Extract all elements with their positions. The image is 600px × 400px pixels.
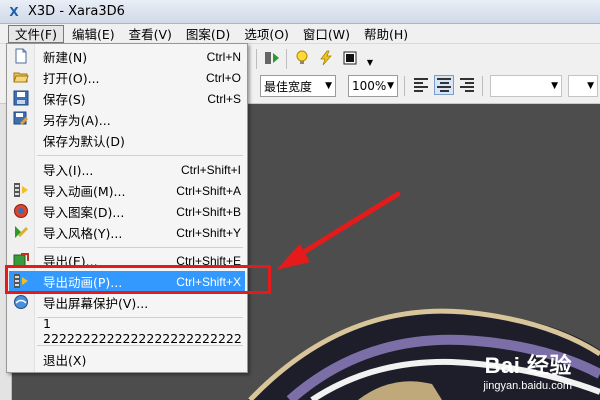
menu-item-save-default[interactable]: 保存为默认(D) <box>9 130 245 151</box>
import-design-icon <box>13 203 29 219</box>
app-icon: X <box>9 4 19 19</box>
watermark-url: jingyan.baidu.com <box>483 380 572 392</box>
menu-help[interactable]: 帮助(H) <box>358 25 414 43</box>
menu-separator <box>37 247 243 248</box>
extra-select[interactable]: ▼ <box>568 75 598 97</box>
menu-window[interactable]: 窗口(W) <box>297 25 356 43</box>
menu-file[interactable]: 文件(F) <box>8 24 64 43</box>
lights-icon[interactable] <box>316 48 336 68</box>
window-title: X3D - Xara3D6 <box>28 4 125 19</box>
menu-separator <box>37 155 243 156</box>
play-animation-icon[interactable] <box>262 48 282 68</box>
background-icon[interactable] <box>340 48 360 68</box>
menu-item-recent-file[interactable]: 1 2222222222222222222222222 <box>9 316 245 346</box>
menu-edit[interactable]: 编辑(E) <box>66 25 121 43</box>
menu-separator <box>37 345 243 346</box>
menu-item-import-design[interactable]: 导入图案(D)... Ctrl+Shift+B <box>9 201 245 222</box>
chevron-down-icon: ▼ <box>387 81 394 91</box>
menu-item-open[interactable]: 打开(O)... Ctrl+O <box>9 67 245 88</box>
menu-options[interactable]: 选项(O) <box>238 25 295 43</box>
menu-item-import-animation[interactable]: 导入动画(M)... Ctrl+Shift+A <box>9 180 245 201</box>
title-bar: X X3D - Xara3D6 <box>0 0 600 24</box>
import-animation-icon <box>13 182 29 198</box>
font-size-select[interactable]: ▼ <box>490 75 562 97</box>
menu-bar: 文件(F) 编辑(E) 查看(V) 图案(D) 选项(O) 窗口(W) 帮助(H… <box>0 24 600 44</box>
chevron-down-icon: ▼ <box>587 81 594 91</box>
menu-item-new[interactable]: 新建(N) Ctrl+N <box>9 46 245 67</box>
light-bulb-icon[interactable] <box>292 48 312 68</box>
menu-item-save-as[interactable]: 另存为(A)... <box>9 109 245 130</box>
export-screensaver-icon <box>13 294 29 310</box>
menu-view[interactable]: 查看(V) <box>123 25 178 43</box>
zoom-select[interactable]: 100% ▼ <box>348 75 398 97</box>
new-file-icon <box>13 48 29 64</box>
chevron-down-icon: ▼ <box>325 81 332 91</box>
baidu-watermark: Bai 经验 jingyan.baidu.com <box>483 348 572 392</box>
align-left-icon[interactable] <box>412 75 432 95</box>
menu-item-export-screensaver[interactable]: 导出屏幕保护(V)... <box>9 292 245 313</box>
file-menu-dropdown: 新建(N) Ctrl+N 打开(O)... Ctrl+O 保存(S) Ctrl+… <box>6 43 248 373</box>
watermark-logo: Bai 经验 <box>484 353 572 378</box>
save-disk-icon <box>13 90 29 106</box>
align-center-icon[interactable] <box>434 75 454 95</box>
import-style-icon <box>13 224 29 240</box>
menu-item-import-style[interactable]: 导入风格(Y)... Ctrl+Shift+Y <box>9 222 245 243</box>
annotation-highlight-box <box>5 265 271 294</box>
menu-design[interactable]: 图案(D) <box>180 25 236 43</box>
text-width-select[interactable]: 最佳宽度 ▼ <box>260 75 336 97</box>
save-as-icon <box>13 111 29 127</box>
menu-item-import[interactable]: 导入(I)... Ctrl+Shift+I <box>9 159 245 180</box>
menu-item-exit[interactable]: 退出(X) <box>9 349 245 370</box>
zoom-value: 100% <box>352 79 387 93</box>
open-folder-icon <box>13 69 29 85</box>
chevron-down-icon: ▼ <box>551 81 558 91</box>
align-right-icon[interactable] <box>456 75 476 95</box>
menu-item-save[interactable]: 保存(S) Ctrl+S <box>9 88 245 109</box>
text-width-value: 最佳宽度 <box>264 79 313 94</box>
chevron-down-icon[interactable]: ▼ <box>360 52 380 72</box>
